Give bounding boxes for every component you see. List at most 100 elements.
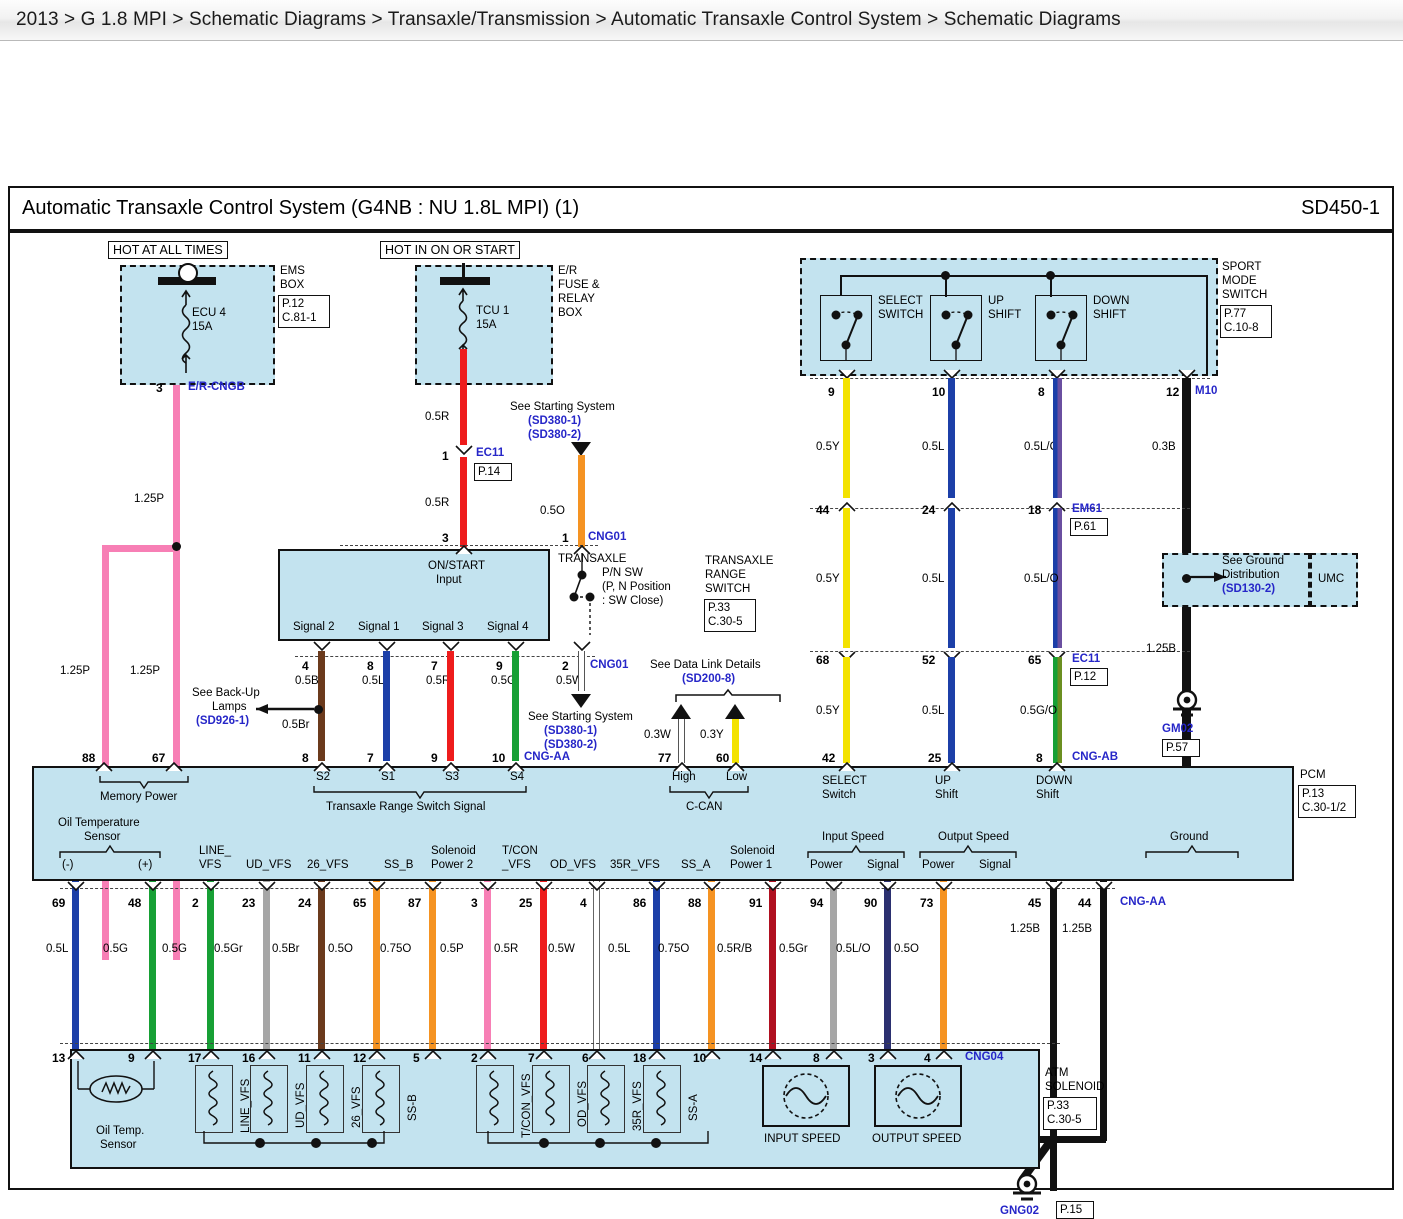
wire-select-yellow-mid: [843, 508, 850, 648]
atm-connector-icon-6: [424, 1049, 442, 1060]
pcm-bottom-wire-14: 0.5L/O: [836, 943, 871, 955]
solenoid-label-ss-b: SS-B: [407, 1094, 419, 1121]
pcm-bottom-pin-3: 23: [242, 896, 256, 910]
pcm-bottom-wire-2: 0.5G: [162, 943, 187, 955]
atm-connector-icon-10: [648, 1049, 666, 1060]
solenoid-coil-od-vfs: [545, 1070, 555, 1126]
backup-lamps-wire-below: 0.5Br: [282, 719, 310, 731]
pcm-oil-temp-sub-1: (+): [138, 859, 153, 871]
pcm-input-speed-label: Input Speed: [822, 831, 885, 843]
pcm-bottom-connector-icon-12: [764, 881, 782, 892]
mid-wire-2: 0.5L/O: [1024, 573, 1059, 585]
atm-pin-0: 13: [52, 1051, 66, 1065]
pcm-pin-s4: 10: [492, 751, 506, 765]
pcm-35r-vfs: 35R_VFS: [610, 859, 660, 871]
pcm-26-vfs: 26_VFS: [307, 859, 349, 871]
pcm-pin-can-high: 77: [658, 751, 672, 765]
atm-connector-icon-11: [703, 1049, 721, 1060]
pcm-sub-can-high: High: [672, 771, 696, 783]
pn-sw-label-1: P/N SW: [602, 567, 643, 579]
atm-ref-conn: C.30-5: [1047, 1114, 1082, 1127]
hot-in-on-or-start-banner: HOT IN ON OR START: [380, 241, 520, 259]
er-box-label-4: BOX: [558, 307, 583, 319]
pcm-top-connector-icon-down: [1048, 761, 1066, 772]
ems-out-pin: 3: [156, 381, 163, 395]
pcm-pin-88-top: 88: [82, 751, 96, 765]
wire-tcu-red-upper: [460, 349, 467, 445]
ems-out-connector: E/R-CNGB: [188, 381, 245, 393]
solenoid-coil-ss-a: [656, 1070, 666, 1126]
pcm-oil-temp-sub-0: (-): [62, 859, 74, 871]
output-speed-sensor-symbol: [895, 1073, 941, 1119]
ground-distribution-ref: (SD130-2): [1222, 583, 1276, 595]
ground-distribution-note-2: Distribution: [1222, 569, 1280, 581]
sport-mode-pin-2: 8: [1038, 385, 1045, 399]
pcm-pin-67-top: 67: [152, 751, 166, 765]
down-shift-switch-contacts: [1046, 310, 1078, 361]
solenoid-coil-line-vfs: [208, 1070, 218, 1126]
pcm-bottom-pin-4: 24: [298, 896, 312, 910]
atm-pin-14: 3: [868, 1051, 875, 1065]
mid-wire-0: 0.5Y: [816, 573, 840, 585]
trs-signal-brace: [313, 786, 527, 800]
breadcrumb[interactable]: 2013 > G 1.8 MPI > Schematic Diagrams > …: [0, 9, 1121, 31]
chassis-ground-symbol-gng02: [1013, 1173, 1041, 1201]
pcm-sub-s1: S1: [381, 771, 396, 783]
pcm-bottom-wire-12: 0.5R/B: [717, 943, 753, 955]
trs-out-pin-3: 9: [496, 659, 503, 673]
em61-page: P.61: [1074, 521, 1097, 533]
pcm-group-trs-signal: Transaxle Range Switch Signal: [326, 801, 486, 813]
down-shift-label-1: DOWN: [1093, 295, 1130, 307]
pcm-input-speed-power: Power: [810, 859, 843, 871]
pcm-sol-power-2-1: Solenoid: [431, 845, 476, 857]
pcm-input-speed-signal: Signal: [867, 859, 899, 871]
ec11-upper-pin: 1: [442, 449, 449, 463]
wire-select-yellow-top: [843, 378, 850, 498]
em61-name: EM61: [1072, 503, 1103, 515]
atm-pin-8: 7: [528, 1051, 535, 1065]
trs-title-line-2: RANGE: [705, 569, 746, 581]
ec11-right-page-box: P.12: [1070, 668, 1108, 687]
trs-signal-label-1: Signal 1: [358, 621, 400, 633]
pcm-sub-can-low: Low: [726, 771, 748, 783]
pcm-bottom-pin-1: 48: [128, 896, 142, 910]
pcm-bottom-wire-13: 0.5Gr: [779, 943, 808, 955]
atm-connector-icon-4: [313, 1049, 331, 1060]
wire-s3-red: [447, 651, 454, 761]
ec11-right-name: EC11: [1072, 653, 1101, 665]
pcm-sol-power-1-2: Power 1: [730, 859, 773, 871]
pcm-bottom-wire-4: 0.5Br: [272, 943, 300, 955]
pcm-down-label-2: Shift: [1036, 789, 1060, 801]
trs-on-start-label-2: Input: [436, 574, 462, 586]
pcm-select-label-2: Switch: [822, 789, 856, 801]
ec11-upper-page: P.14: [478, 466, 501, 478]
trs-pn-out-pin: 2: [562, 659, 569, 673]
atm-connector-icon-2: [202, 1049, 220, 1060]
pcm-name: PCM: [1300, 769, 1326, 781]
pcm-bottom-wire-6: 0.75O: [380, 943, 412, 955]
oil-temp-brace: [59, 844, 161, 858]
sport-mode-out-dashline: [810, 378, 1210, 379]
memory-power-wire-left: 1.25P: [60, 665, 91, 677]
trs-out-pin-2: 7: [431, 659, 438, 673]
wire-tcu-red-lower: [460, 457, 467, 547]
pcm-down-label-1: DOWN: [1036, 775, 1073, 787]
wire-upshift-blue-low: [948, 657, 955, 763]
pcm-bottom-pin-9: 4: [580, 896, 587, 910]
pcm-bottom-pin-12: 91: [749, 896, 763, 910]
ec11-upper-connector-icon: [455, 445, 473, 456]
gng02-name: GNG02: [1000, 1205, 1039, 1217]
trs-out-dashline: [295, 656, 595, 657]
pcm-bottom-connector-icon-8: [535, 881, 553, 892]
em61-pin-0: 44: [816, 503, 830, 517]
em61-dashline: [810, 508, 1190, 509]
pcm-bottom-pin-11: 88: [688, 896, 702, 910]
pcm-bottom-connector-icon-13: [825, 881, 843, 892]
gng02-page-box: P.15: [1056, 1201, 1094, 1219]
ec11-right-dashline: [810, 651, 1190, 652]
pcm-bottom-pin-7: 3: [471, 896, 478, 910]
pcm-bottom-wire-7: 0.5P: [440, 943, 464, 955]
tcu-wire-upper-size: 0.5R: [425, 411, 450, 423]
tcu-fuse-name: TCU 1: [476, 305, 510, 317]
pn-sw-label-3: : SW Close): [602, 595, 664, 607]
